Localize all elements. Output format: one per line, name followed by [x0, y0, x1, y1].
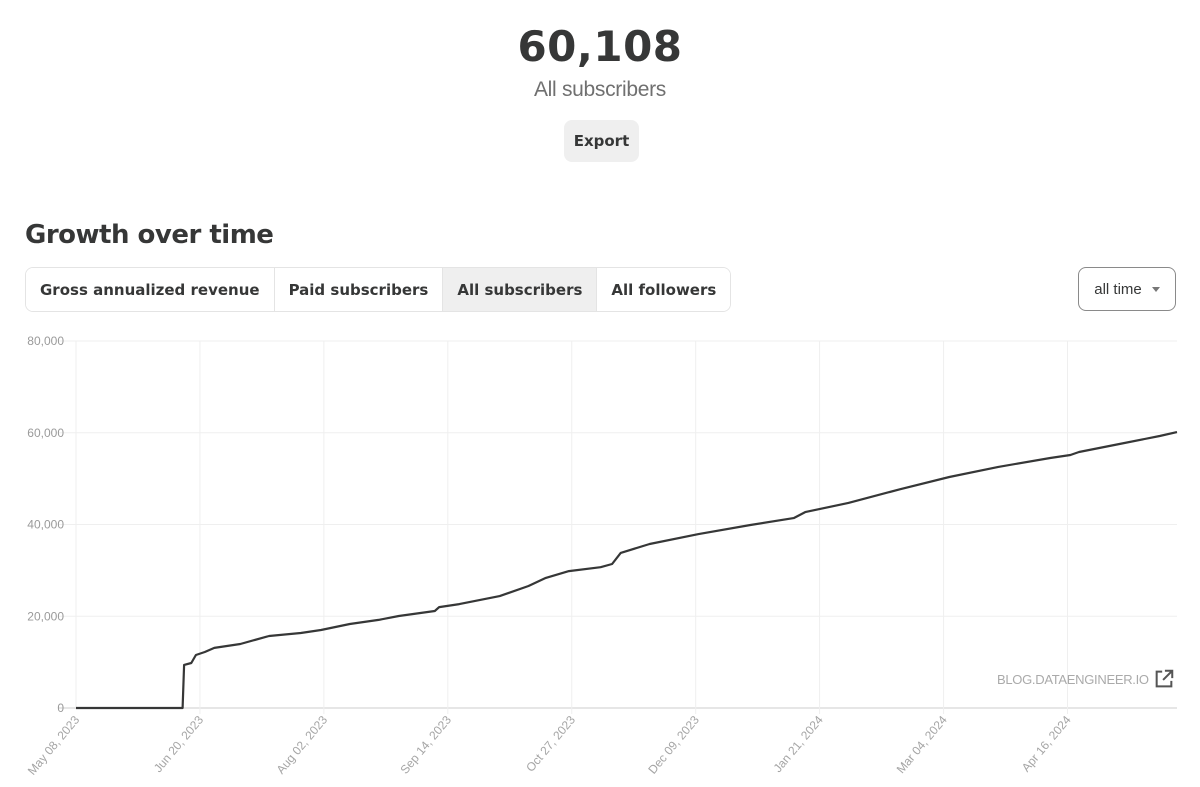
y-tick-label: 20,000	[27, 609, 64, 623]
total-subscriber-label: All subscribers	[533, 78, 667, 101]
tab-all-subscribers[interactable]: All subscribers	[443, 268, 598, 311]
y-tick-label: 60,000	[27, 426, 64, 440]
section-title: Growth over time	[25, 220, 274, 250]
x-tick-label: Oct 27, 2023	[523, 713, 578, 775]
external-link-icon	[1155, 669, 1173, 688]
x-tick-label: Jan 21, 2024	[771, 713, 827, 775]
time-range-value: all time	[1094, 280, 1142, 298]
tab-all-followers[interactable]: All followers	[597, 268, 731, 311]
chart-grid	[58, 340, 1177, 714]
x-tick-label: Sep 14, 2023	[397, 713, 454, 777]
x-tick-label: Jun 20, 2023	[151, 713, 207, 775]
tab-paid-subscribers[interactable]: Paid subscribers	[274, 268, 444, 311]
time-range-select[interactable]: all time	[1078, 267, 1176, 311]
series-line-all-subscribers	[76, 431, 1178, 710]
x-axis: May 08, 2023 Jun 20, 2023 Aug 02, 2023 Sep …	[25, 713, 1074, 778]
caret-down-icon	[1151, 286, 1160, 292]
y-axis: 0 20,000 40,000 60,000 80,000	[27, 334, 64, 715]
y-tick-label: 0	[57, 701, 64, 715]
x-tick-label: Apr 16, 2024	[1019, 713, 1074, 775]
tab-gross-annualized-revenue[interactable]: Gross annualized revenue	[26, 268, 275, 311]
y-tick-label: 40,000	[27, 518, 64, 532]
publication-name: BLOG.DATAENGINEER.IO	[997, 671, 1149, 687]
total-subscriber-count: 60,108	[517, 22, 683, 71]
y-tick-label: 80,000	[27, 334, 64, 348]
publication-link[interactable]: BLOG.DATAENGINEER.IO	[997, 668, 1175, 690]
x-tick-label: Aug 02, 2023	[274, 713, 331, 777]
x-tick-label: Dec 09, 2023	[645, 713, 702, 777]
growth-chart: 0 20,000 40,000 60,000 80,000 May 08, 2023 Ju…	[25, 334, 1178, 778]
x-tick-label: Mar 04, 2024	[894, 713, 950, 776]
export-button[interactable]: Export	[564, 120, 639, 162]
x-tick-label: May 08, 2023	[25, 713, 83, 778]
metric-tabs: Gross annualized revenue Paid subscriber…	[25, 267, 732, 312]
